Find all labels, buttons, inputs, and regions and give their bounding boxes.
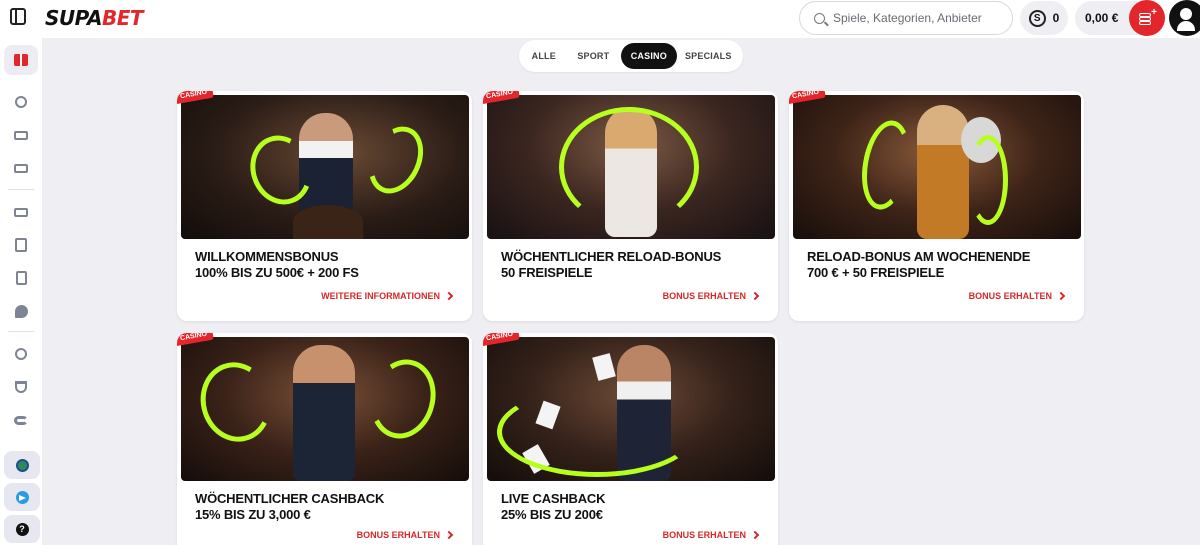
live-icon: [14, 130, 28, 140]
logo-part1: SUPA: [45, 6, 102, 30]
sidebar-item-vip[interactable]: [4, 339, 38, 369]
telegram-icon: [15, 490, 29, 504]
card-title: WÖCHENTLICHER CASHBACK 15% BIS ZU 3,000 …: [195, 491, 384, 523]
chevron-right-icon: [444, 530, 454, 540]
tab-specials[interactable]: SPECIALS: [677, 43, 740, 69]
help-button[interactable]: ?: [4, 515, 40, 543]
sidebar: ?: [0, 38, 42, 545]
globe-icon: [15, 458, 29, 472]
coins-icon: +: [1139, 7, 1157, 25]
top-bar: SUPABET S 0 0,00 € +: [0, 0, 1200, 38]
promo-card[interactable]: CASINO LIVE CASHBACK 25% BIS ZU 200€ BON…: [483, 333, 778, 545]
card-link-label: BONUS ERHALTEN: [356, 530, 440, 540]
user-icon: [1177, 8, 1195, 31]
more-info-link[interactable]: WEITERE INFORMATIONEN: [321, 291, 454, 301]
card-title-line2: 15% BIS ZU 3,000 €: [195, 507, 311, 522]
search-input[interactable]: [833, 11, 1003, 25]
sidebar-item-live[interactable]: [4, 120, 38, 150]
promo-card[interactable]: CASINO WÖCHENTLICHER CASHBACK 15% BIS ZU…: [177, 333, 472, 545]
get-bonus-link[interactable]: BONUS ERHALTEN: [356, 530, 454, 540]
search-icon: [814, 12, 825, 24]
account-button[interactable]: [1169, 0, 1200, 36]
card-title-line2: 700 € + 50 FREISPIELE: [807, 265, 945, 280]
esports-icon: [14, 163, 28, 173]
casino-icon: [14, 207, 28, 217]
tab-sport[interactable]: SPORT: [566, 43, 621, 69]
card-title-line2: 50 FREISPIELE: [501, 265, 593, 280]
sidebar-item-sports[interactable]: [4, 87, 38, 117]
soccer-icon: [15, 96, 27, 108]
deposit-button[interactable]: +: [1129, 0, 1165, 36]
get-bonus-link[interactable]: BONUS ERHALTEN: [662, 530, 760, 540]
promo-card[interactable]: CASINO RELOAD-BONUS AM WOCHENENDE 700 € …: [789, 91, 1084, 321]
sidebar-item-promotions[interactable]: [4, 45, 38, 75]
sidebar-item-promo[interactable]: [4, 405, 38, 435]
card-link-label: BONUS ERHALTEN: [662, 530, 746, 540]
card-title: RELOAD-BONUS AM WOCHENENDE 700 € + 50 FR…: [807, 249, 1030, 281]
points-button[interactable]: S 0: [1020, 1, 1068, 35]
sidebar-item-tournaments[interactable]: [4, 372, 38, 402]
medal-icon: [15, 348, 27, 360]
get-bonus-link[interactable]: BONUS ERHALTEN: [968, 291, 1066, 301]
trophy-icon: [15, 381, 27, 393]
tab-casino[interactable]: CASINO: [621, 43, 677, 69]
language-button[interactable]: [4, 451, 40, 479]
points-value: 0: [1052, 11, 1060, 25]
sidebar-item-cards[interactable]: [4, 263, 38, 293]
promo-card[interactable]: CASINO WÖCHENTLICHER RELOAD-BONUS 50 FRE…: [483, 91, 778, 321]
card-title-line1: WILLKOMMENSBONUS: [195, 249, 339, 264]
lottery-icon: [15, 238, 27, 252]
card-title-line2: 100% BIS ZU 500€ + 200 FS: [195, 265, 359, 280]
cards-icon: [15, 271, 27, 285]
card-link-label: WEITERE INFORMATIONEN: [321, 291, 440, 301]
promo-card[interactable]: CASINO WILLKOMMENSBONUS 100% BIS ZU 500€…: [177, 91, 472, 321]
promo-image-cashback: [181, 337, 469, 481]
chevron-right-icon: [750, 530, 760, 540]
card-link-label: BONUS ERHALTEN: [968, 291, 1052, 301]
get-bonus-link[interactable]: BONUS ERHALTEN: [662, 291, 760, 301]
promo-image-croupier: [181, 95, 469, 239]
sidebar-divider: [8, 331, 34, 332]
promo-image-live-cashback: [487, 337, 775, 481]
search-box[interactable]: [799, 1, 1013, 35]
telegram-button[interactable]: [4, 483, 40, 511]
chevron-right-icon: [1056, 291, 1066, 301]
card-title: LIVE CASHBACK 25% BIS ZU 200€: [501, 491, 605, 523]
sidebar-item-lottery[interactable]: [4, 230, 38, 260]
balance-value: 0,00 €: [1085, 11, 1119, 25]
gift-icon: [14, 54, 28, 66]
logo[interactable]: SUPABET: [45, 6, 144, 30]
logo-part2: BET: [101, 6, 144, 30]
promo-image-reload: [487, 95, 775, 239]
card-title-line1: LIVE CASHBACK: [501, 491, 606, 506]
tab-alle[interactable]: ALLE: [522, 43, 566, 69]
card-title-line2: 25% BIS ZU 200€: [501, 507, 603, 522]
card-link-label: BONUS ERHALTEN: [662, 291, 746, 301]
card-title: WÖCHENTLICHER RELOAD-BONUS 50 FREISPIELE: [501, 249, 721, 281]
sidebar-item-slots[interactable]: [4, 296, 38, 326]
promo-icon: [14, 415, 28, 425]
sidebar-toggle-icon[interactable]: [10, 8, 26, 25]
slots-icon: [14, 304, 28, 318]
supa-points-icon: S: [1028, 9, 1046, 27]
sidebar-divider: [8, 189, 34, 190]
promo-image-weekend: [793, 95, 1081, 239]
card-title-line1: RELOAD-BONUS AM WOCHENENDE: [807, 249, 1031, 264]
card-title-line1: WÖCHENTLICHER CASHBACK: [195, 491, 385, 506]
chevron-right-icon: [444, 291, 454, 301]
filter-tabs: ALLE SPORT CASINO SPECIALS: [519, 40, 743, 72]
card-title: WILLKOMMENSBONUS 100% BIS ZU 500€ + 200 …: [195, 249, 359, 281]
chevron-right-icon: [750, 291, 760, 301]
sidebar-item-esports[interactable]: [4, 153, 38, 183]
card-title-line1: WÖCHENTLICHER RELOAD-BONUS: [501, 249, 722, 264]
help-icon: ?: [15, 522, 29, 536]
sidebar-item-casino[interactable]: [4, 197, 38, 227]
